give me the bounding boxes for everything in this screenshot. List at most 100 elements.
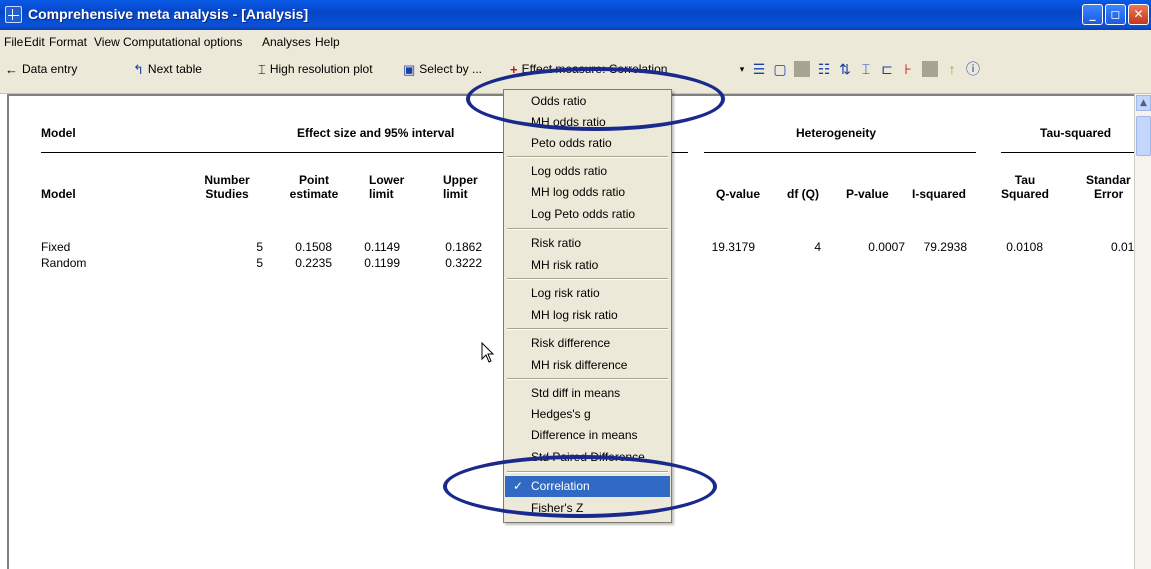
header-rule-tau <box>1001 152 1134 153</box>
minimize-button[interactable]: _ <box>1082 4 1103 25</box>
dropdown-separator <box>507 378 668 380</box>
next-table-icon: ↰ <box>133 61 144 77</box>
annotation-ellipse-correlation <box>443 455 717 518</box>
row-fixed-tau2: 0.0108 <box>1006 240 1043 254</box>
dd-item-risk-difference[interactable]: Risk difference <box>505 333 670 354</box>
annotation-ellipse-effect-measure <box>466 67 725 131</box>
plot-icon[interactable]: ⌶ <box>858 61 874 77</box>
menu-edit[interactable]: Edit <box>24 35 45 49</box>
row-fixed-df: 4 <box>814 240 821 254</box>
row-fixed-point: 0.1508 <box>295 240 332 254</box>
toolbar-separator <box>922 61 938 77</box>
header-rule-model <box>41 152 503 153</box>
high-resolution-plot-label: High resolution plot <box>269 62 373 76</box>
dd-item-hedges-g[interactable]: Hedges's g <box>505 404 670 425</box>
row-fixed-se: 0.01 <box>1111 240 1135 254</box>
menu-computational-options[interactable]: Computational options <box>123 35 242 49</box>
col-lower-limit: limit <box>369 187 394 201</box>
dd-item-peto-odds-ratio[interactable]: Peto odds ratio <box>505 133 670 154</box>
col-i-squared: I-squared <box>912 187 967 201</box>
dd-item-mh-log-risk-ratio[interactable]: MH log risk ratio <box>505 305 670 326</box>
vertical-scrollbar[interactable]: ▲ <box>1134 94 1151 569</box>
row-fixed-p: 0.0007 <box>868 240 905 254</box>
dd-item-mh-log-odds-ratio[interactable]: MH log odds ratio <box>505 182 670 203</box>
dd-item-log-risk-ratio[interactable]: Log risk ratio <box>505 283 670 304</box>
col-estimate: estimate <box>289 187 339 201</box>
toolbar-icon-group: ▾ ☰ ▢ ☷ ⇅ ⌶ ⊏ ⊦ ↑ ⓘ <box>738 59 981 79</box>
dd-item-log-peto-odds-ratio[interactable]: Log Peto odds ratio <box>505 204 670 225</box>
col-error: Error <box>1094 187 1124 201</box>
help-pointer-icon[interactable]: ↑ <box>944 61 960 77</box>
dropdown-separator <box>507 228 668 230</box>
next-table-button[interactable]: ↰ Next table <box>133 60 202 78</box>
next-table-label: Next table <box>147 62 202 76</box>
left-bracket-icon[interactable]: ⊏ <box>879 61 895 77</box>
row-random-model: Random <box>41 256 87 270</box>
dd-item-mh-risk-difference[interactable]: MH risk difference <box>505 355 670 376</box>
menu-file[interactable]: File <box>4 35 23 49</box>
dd-item-difference-in-means[interactable]: Difference in means <box>505 425 670 446</box>
info-icon[interactable]: ⓘ <box>965 61 981 77</box>
group-header-effect-size: Effect size and 95% interval <box>297 126 455 140</box>
select-by-label: Select by ... <box>419 62 482 76</box>
red-plot-icon[interactable]: ⊦ <box>900 61 916 77</box>
row-random-studies: 5 <box>256 256 263 270</box>
row-random-lower: 0.1199 <box>364 256 400 270</box>
col-standard: Standar <box>1086 173 1131 187</box>
col-p-value: P-value <box>846 187 889 201</box>
col-tau: Tau <box>1014 173 1036 187</box>
dropdown-arrow-icon[interactable]: ▾ <box>738 61 746 77</box>
menu-analyses[interactable]: Analyses <box>262 35 311 49</box>
dropdown-separator <box>507 156 668 158</box>
row-fixed-studies: 5 <box>256 240 263 254</box>
scroll-up-arrow-icon[interactable]: ▲ <box>1136 95 1151 111</box>
header-rule-effect-end <box>672 152 688 153</box>
col-df-q: df (Q) <box>787 187 819 201</box>
header-rule-heterogeneity <box>704 152 976 153</box>
data-entry-button[interactable]: ← Data entry <box>5 60 77 78</box>
scroll-thumb[interactable] <box>1136 116 1151 156</box>
col-lower: Lower <box>369 173 405 187</box>
row-fixed-q: 19.3179 <box>711 240 755 254</box>
menu-view[interactable]: View <box>94 35 120 49</box>
mouse-pointer-icon <box>481 342 495 363</box>
col-studies: Studies <box>205 187 249 201</box>
close-button[interactable]: ✕ <box>1128 4 1149 25</box>
col-upper-limit: limit <box>443 187 468 201</box>
col-q-value: Q-value <box>716 187 761 201</box>
dropdown-separator <box>507 328 668 330</box>
arrow-left-icon: ← <box>5 61 18 77</box>
dd-item-risk-ratio[interactable]: Risk ratio <box>505 233 670 254</box>
sort-icon[interactable]: ⇅ <box>837 61 853 77</box>
dd-item-std-diff-in-means[interactable]: Std diff in means <box>505 383 670 404</box>
col-tau-squared: Squared <box>1000 187 1049 201</box>
dd-item-log-odds-ratio[interactable]: Log odds ratio <box>505 161 670 182</box>
row-fixed-model: Fixed <box>41 240 71 254</box>
toolbar-separator <box>794 61 810 77</box>
menu-format[interactable]: Format <box>49 35 87 49</box>
row-fixed-upper: 0.1862 <box>445 240 482 254</box>
select-by-icon: ▣ <box>403 61 416 77</box>
window-title: Comprehensive meta analysis - [Analysis] <box>28 6 309 22</box>
menu-bar: File Edit Format View Computational opti… <box>0 30 1151 52</box>
col-upper: Upper <box>443 173 478 187</box>
columns-icon[interactable]: ☷ <box>816 61 832 77</box>
select-by-button[interactable]: ▣ Select by ... <box>403 60 482 78</box>
row-random-upper: 0.3222 <box>445 256 482 270</box>
blank-view-icon[interactable]: ▢ <box>772 61 788 77</box>
data-entry-label: Data entry <box>22 62 78 76</box>
list-view-icon[interactable]: ☰ <box>751 61 767 77</box>
maximize-button[interactable]: ◻ <box>1105 4 1126 25</box>
col-number: Number <box>204 173 250 187</box>
menu-help[interactable]: Help <box>315 35 340 49</box>
group-header-tau-squared: Tau-squared <box>1040 126 1112 140</box>
row-fixed-lower: 0.1149 <box>364 240 400 254</box>
dd-item-mh-risk-ratio[interactable]: MH risk ratio <box>505 255 670 276</box>
row-random-point: 0.2235 <box>295 256 332 270</box>
high-resolution-plot-button[interactable]: ⌶ High resolution plot <box>258 60 373 78</box>
dropdown-separator <box>507 278 668 280</box>
forest-plot-icon: ⌶ <box>258 61 266 77</box>
row-fixed-i2: 79.2938 <box>923 240 967 254</box>
app-icon[interactable] <box>5 6 22 23</box>
group-header-heterogeneity: Heterogeneity <box>796 126 877 140</box>
